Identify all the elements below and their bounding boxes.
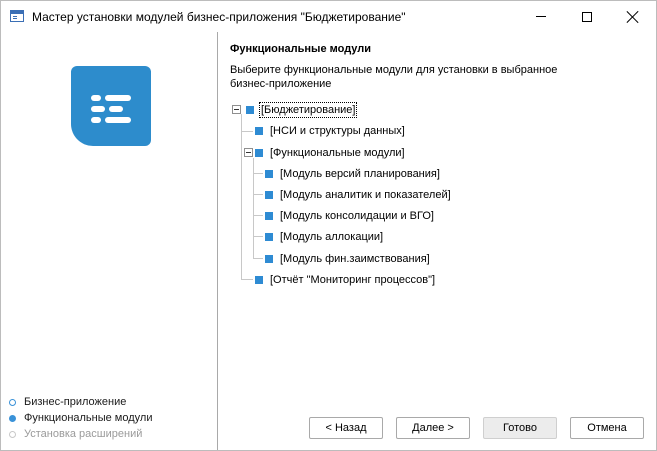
tree-connector <box>241 114 242 280</box>
finish-button[interactable]: Готово <box>483 417 557 439</box>
tree-node-label: [Бюджетирование] <box>258 102 358 118</box>
tree-node-label: [Модуль консолидации и ВГО] <box>280 210 434 222</box>
tree-node-label: [Модуль аналитик и показателей] <box>280 189 451 201</box>
maximize-icon <box>582 11 592 22</box>
tree-node-module[interactable]: [Модуль аллокации] <box>263 228 384 246</box>
tree-connector <box>253 173 263 174</box>
tree-node-root[interactable]: [Бюджетирование] <box>244 101 358 119</box>
checkbox[interactable] <box>253 147 265 159</box>
step-functional-modules: Функциональные модули <box>9 410 153 426</box>
tree-node-label: [НСИ и структуры данных] <box>270 125 405 137</box>
tree-node-module[interactable]: [Модуль версий планирования] <box>263 165 441 183</box>
step-label: Установка расширений <box>24 428 143 440</box>
tree-connector <box>253 258 263 259</box>
checkbox[interactable] <box>263 168 275 180</box>
step-dot-active-icon <box>9 414 16 422</box>
tree-connector <box>253 236 263 237</box>
tree-connector <box>253 215 263 216</box>
tree-node-label: [Отчёт "Мониторинг процессов"] <box>270 274 436 286</box>
tree-connector <box>253 194 263 195</box>
step-label: Бизнес-приложение <box>24 396 127 408</box>
tree-node-label: [Модуль фин.заимствования] <box>280 253 430 265</box>
cancel-button[interactable]: Отмена <box>570 417 644 439</box>
maximize-button[interactable] <box>564 1 610 32</box>
step-business-app: Бизнес-приложение <box>9 394 153 410</box>
step-dot-disabled-icon <box>9 430 16 438</box>
wizard-steps: Бизнес-приложение Функциональные модули … <box>9 394 153 442</box>
wizard-sidebar: Бизнес-приложение Функциональные модули … <box>1 32 217 450</box>
window-title: Мастер установки модулей бизнес-приложен… <box>32 10 406 24</box>
close-icon <box>627 11 639 23</box>
collapse-icon[interactable] <box>232 105 241 114</box>
tree-node-module[interactable]: [Модуль аналитик и показателей] <box>263 186 452 204</box>
budgeting-logo-icon <box>71 66 151 146</box>
step-install-extensions: Установка расширений <box>9 426 153 442</box>
minimize-icon <box>536 16 546 17</box>
tree-connector <box>241 279 253 280</box>
step-label: Функциональные модули <box>24 412 153 424</box>
tree-connector <box>241 131 253 132</box>
tree-node-module[interactable]: [Модуль фин.заимствования] <box>263 250 431 268</box>
panel-divider <box>217 32 218 450</box>
checkbox[interactable] <box>263 189 275 201</box>
tree-node-label: [Модуль версий планирования] <box>280 168 440 180</box>
tree-node-nsi[interactable]: [НСИ и структуры данных] <box>253 122 406 140</box>
tree-node-label: [Модуль аллокации] <box>280 231 384 243</box>
step-dot-icon <box>9 398 16 406</box>
checkbox[interactable] <box>263 210 275 222</box>
title-bar: Мастер установки модулей бизнес-приложен… <box>1 1 656 32</box>
section-description: Выберите функциональные модули для устан… <box>230 64 558 90</box>
tree-node-report[interactable]: [Отчёт "Мониторинг процессов"] <box>253 271 436 289</box>
back-button[interactable]: < Назад <box>309 417 383 439</box>
minimize-button[interactable] <box>518 1 564 32</box>
checkbox[interactable] <box>253 125 265 137</box>
wizard-window: Мастер установки модулей бизнес-приложен… <box>0 0 657 451</box>
tree-node-functional[interactable]: [Функциональные модули] <box>253 144 406 162</box>
collapse-icon[interactable] <box>244 148 253 157</box>
tree-node-label: [Функциональные модули] <box>270 147 405 159</box>
close-button[interactable] <box>610 1 656 32</box>
section-title: Функциональные модули <box>230 43 372 55</box>
tree-node-module[interactable]: [Модуль консолидации и ВГО] <box>263 207 435 225</box>
checkbox[interactable] <box>244 104 256 116</box>
checkbox[interactable] <box>263 253 275 265</box>
checkbox[interactable] <box>263 231 275 243</box>
next-button[interactable]: Далее > <box>396 417 470 439</box>
checkbox[interactable] <box>253 274 265 286</box>
wizard-window-icon <box>10 10 24 22</box>
